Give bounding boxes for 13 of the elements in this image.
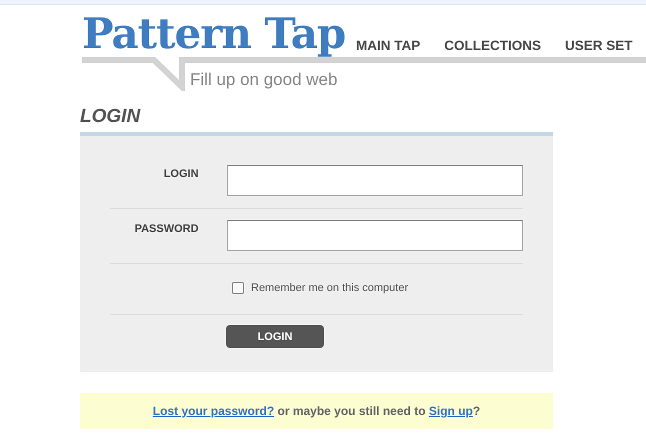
checkbox-label: Remember me on this computer [251,282,408,294]
nav-link[interactable]: COLLECTIONS [444,38,541,53]
field-label: PASSWORD [134,223,199,235]
tagline: Fill up on good web [190,70,338,90]
help-text: Lost your password? or maybe you still need to Sign up? [152,404,480,418]
text-link[interactable]: Lost your password? [152,404,274,418]
text-link[interactable]: Sign up [428,404,473,418]
page-heading: LOGIN [80,106,142,128]
nav-link[interactable]: USER SET [565,38,633,53]
nav-link[interactable]: MAIN TAP [356,38,420,53]
field-label: LOGIN [162,168,199,180]
login-button[interactable]: LOGIN [226,325,324,348]
site-logo[interactable]: Pattern Tap [82,9,352,59]
